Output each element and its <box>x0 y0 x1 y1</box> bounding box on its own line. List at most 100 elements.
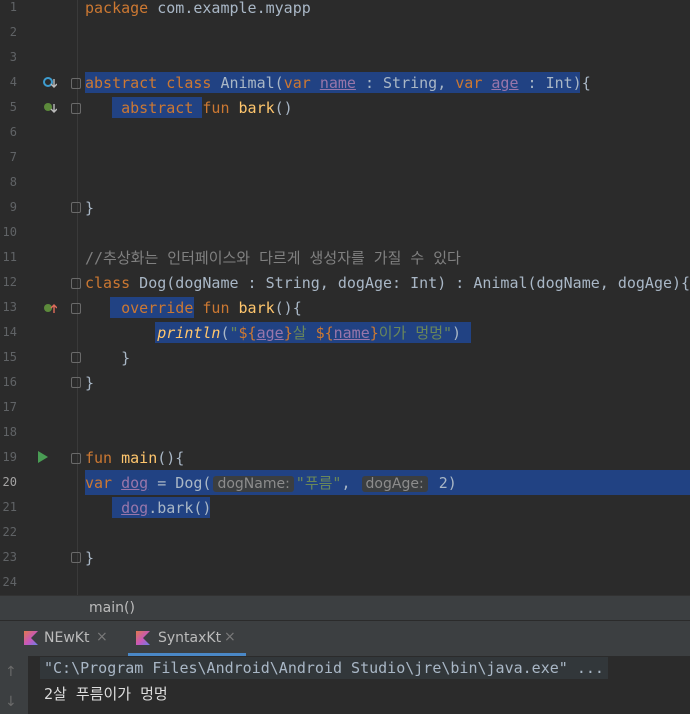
breadcrumb-item[interactable]: main() <box>89 600 135 616</box>
template: } <box>283 324 293 342</box>
template: ${ <box>238 324 257 342</box>
keyword: fun <box>85 449 113 467</box>
line-number: 17 <box>2 400 17 414</box>
line-number: 15 <box>2 350 17 364</box>
code-line[interactable]: 21 dog.bark() <box>0 496 690 521</box>
code-text: } <box>85 374 95 392</box>
kotlin-icon <box>24 631 38 645</box>
code-text: : String, <box>355 74 447 92</box>
breadcrumb[interactable]: main() <box>0 595 690 620</box>
run-tab-bar: NEwKt × SyntaxKt × <box>0 620 690 656</box>
line-number: 12 <box>2 275 17 289</box>
run-tab-newkt[interactable]: NEwKt × <box>18 621 118 656</box>
code-text: = Dog( <box>148 474 212 492</box>
keyword: var <box>85 474 113 492</box>
code-text: Animal( <box>211 74 284 92</box>
param-hint: dogAge: <box>361 476 428 492</box>
code-line[interactable]: 13 override fun bark(){ <box>0 296 690 321</box>
keyword: fun <box>202 99 230 117</box>
code-line[interactable]: 3 <box>0 46 690 71</box>
code-line[interactable]: 12 class Dog(dogName : String, dogAge: I… <box>0 271 690 296</box>
code-line[interactable]: 24 <box>0 571 690 595</box>
code-line[interactable]: 2 <box>0 21 690 46</box>
keyword: abstract <box>85 74 158 92</box>
code-line[interactable]: 4 abstract class Animal(var name : Strin… <box>0 71 690 96</box>
variable-dog: dog <box>121 499 149 517</box>
code-line[interactable]: 1 package com.example.myapp <box>0 0 690 21</box>
property-age: age <box>491 74 519 92</box>
console-output: 2살 푸름이가 멍멍 <box>44 685 168 703</box>
keyword: var <box>283 74 311 92</box>
code-line[interactable]: 7 <box>0 146 690 171</box>
tab-label: NEwKt <box>44 630 90 646</box>
line-number: 5 <box>9 100 17 114</box>
line-number: 20 <box>2 475 17 489</box>
code-line[interactable]: 22 <box>0 521 690 546</box>
line-number: 4 <box>9 75 17 89</box>
close-icon[interactable]: × <box>96 629 108 645</box>
code-line[interactable]: 16 } <box>0 371 690 396</box>
keyword: override <box>121 299 194 317</box>
keyword: package <box>85 0 149 17</box>
code-text: Dog(dogName : String, dogAge: Int) : Ani… <box>130 274 690 292</box>
code-line[interactable]: 18 <box>0 421 690 446</box>
template: ${ <box>315 324 334 342</box>
code-line-current[interactable]: 20 var dog = Dog(dogName: "푸름", dogAge: 2… <box>0 471 690 496</box>
code-line[interactable]: 17 <box>0 396 690 421</box>
line-number: 9 <box>9 200 17 214</box>
line-number: 2 <box>9 25 17 39</box>
code-line[interactable]: 19 fun main(){ <box>0 446 690 471</box>
string: 살 <box>292 324 316 342</box>
console-command-line[interactable]: "C:\Program Files\Android\Android Studio… <box>40 657 608 679</box>
down-arrow-icon[interactable]: ↓ <box>5 694 17 710</box>
code-line[interactable]: 6 <box>0 121 690 146</box>
close-icon[interactable]: × <box>224 629 236 645</box>
line-number: 19 <box>2 450 17 464</box>
code-line[interactable]: 9 } <box>0 196 690 221</box>
line-number: 22 <box>2 525 17 539</box>
function-call: println <box>157 324 221 342</box>
tab-label: SyntaxKt <box>158 630 222 646</box>
code-text: com.example.myapp <box>148 0 311 17</box>
line-number: 18 <box>2 425 17 439</box>
code-line[interactable]: 23 } <box>0 546 690 571</box>
code-text: (){ <box>157 449 185 467</box>
run-console[interactable]: ↑ ↓ "C:\Program Files\Android\Android St… <box>0 656 690 714</box>
code-line[interactable]: 8 <box>0 171 690 196</box>
code-line[interactable]: 15 } <box>0 346 690 371</box>
code-text: } <box>85 549 95 567</box>
code-line[interactable]: 10 <box>0 221 690 246</box>
code-text: .bark() <box>148 499 212 517</box>
code-text: : Int){ <box>518 74 591 92</box>
string: "푸름" <box>295 474 342 492</box>
line-number: 3 <box>9 50 17 64</box>
code-text: } <box>85 199 95 217</box>
line-number: 1 <box>9 0 17 14</box>
code-text: (){ <box>274 299 302 317</box>
keyword: class <box>166 74 212 92</box>
string: " <box>229 324 239 342</box>
run-tab-syntaxkt[interactable]: SyntaxKt × <box>128 621 246 656</box>
line-number: 10 <box>2 225 17 239</box>
string: 이가 멍멍" <box>378 324 453 342</box>
line-number: 21 <box>2 500 17 514</box>
function-name: main <box>121 449 158 467</box>
property-age: age <box>256 324 284 342</box>
code-line[interactable]: 14 println("${age}살 ${name}이가 멍멍") <box>0 321 690 346</box>
up-arrow-icon[interactable]: ↑ <box>5 664 17 680</box>
code-text: ) <box>452 324 462 342</box>
template: } <box>369 324 379 342</box>
keyword: fun <box>202 299 230 317</box>
code-editor[interactable]: 1 package com.example.myapp 2 3 4 abstra… <box>0 0 690 595</box>
code-line[interactable]: 11 //추상화는 인터페이스와 다르게 생성자를 가질 수 있다 <box>0 246 690 271</box>
code-text: ( <box>220 324 230 342</box>
function-name: bark <box>238 299 275 317</box>
code-line[interactable]: 5 abstract fun bark() <box>0 96 690 121</box>
